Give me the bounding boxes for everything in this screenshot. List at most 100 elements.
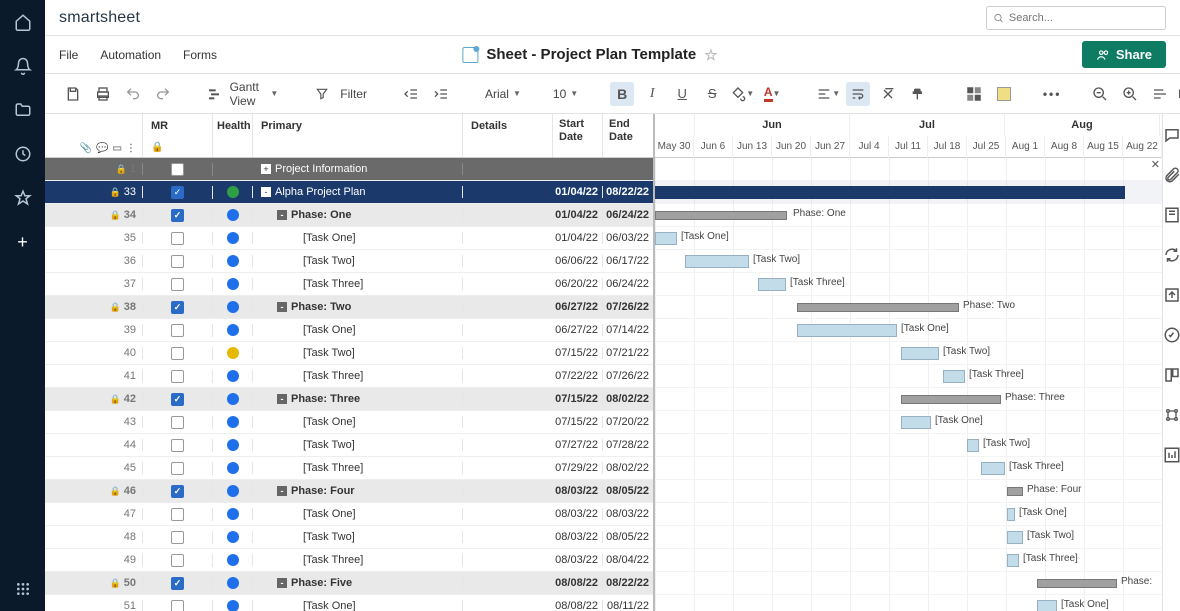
search-input[interactable] [1009, 12, 1159, 24]
table-row[interactable]: 36[Task Two]06/06/2206/17/22 [45, 250, 653, 273]
start-date-cell[interactable]: 01/04/22 [553, 232, 603, 244]
start-date-cell[interactable]: 06/20/22 [553, 278, 603, 290]
indent-icon[interactable] [429, 82, 453, 106]
table-row[interactable]: 37[Task Three]06/20/2206/24/22 [45, 273, 653, 296]
start-date-cell[interactable]: 08/08/22 [553, 577, 603, 589]
row-checkbox[interactable] [171, 416, 184, 429]
primary-cell[interactable]: Phase: Four [291, 485, 355, 497]
start-date-cell[interactable]: 01/04/22 [553, 209, 603, 221]
end-date-cell[interactable]: 08/03/22 [603, 508, 653, 520]
end-date-cell[interactable]: 07/21/22 [603, 347, 653, 359]
global-search[interactable] [986, 6, 1166, 30]
row-checkbox[interactable] [171, 462, 184, 475]
table-row[interactable]: 🔒42✓-Phase: Three07/15/2208/02/22 [45, 388, 653, 411]
gantt-row[interactable]: Phase: Four [655, 480, 1162, 503]
end-date-cell[interactable]: 07/26/22 [603, 301, 653, 313]
table-row[interactable]: 🔒1+Project Information [45, 158, 653, 181]
row-checkbox[interactable]: ✓ [171, 485, 184, 498]
gantt-bar[interactable] [901, 416, 931, 429]
col-header-mr[interactable]: MR🔒 [143, 114, 213, 157]
row-checkbox[interactable]: ✓ [171, 186, 184, 199]
activity-log-icon[interactable] [1163, 326, 1180, 344]
start-date-cell[interactable]: 07/15/22 [553, 416, 603, 428]
table-row[interactable]: 39[Task One]06/27/2207/14/22 [45, 319, 653, 342]
recents-icon[interactable] [13, 144, 33, 164]
conversations-icon[interactable] [1163, 126, 1180, 144]
filter-icon[interactable] [310, 82, 334, 106]
menu-file[interactable]: File [59, 48, 78, 62]
save-icon[interactable] [61, 82, 85, 106]
highlight-icon[interactable] [992, 82, 1016, 106]
row-checkbox[interactable]: ✓ [171, 209, 184, 222]
attachments-icon[interactable] [1163, 166, 1180, 184]
primary-cell[interactable]: [Task Three] [303, 278, 363, 290]
start-date-cell[interactable]: 08/08/22 [553, 600, 603, 611]
collapse-toggle[interactable]: + [261, 164, 271, 174]
gantt-bar[interactable] [967, 439, 979, 452]
baselines-icon[interactable] [1148, 82, 1172, 106]
outdent-icon[interactable] [399, 82, 423, 106]
favorites-icon[interactable] [13, 188, 33, 208]
start-date-cell[interactable]: 07/15/22 [553, 347, 603, 359]
end-date-cell[interactable]: 06/24/22 [603, 209, 653, 221]
end-date-cell[interactable]: 08/05/22 [603, 485, 653, 497]
zoom-out-icon[interactable] [1088, 82, 1112, 106]
primary-cell[interactable]: [Task One] [303, 416, 356, 428]
primary-cell[interactable]: [Task Three] [303, 462, 363, 474]
font-selector[interactable]: Arial▼ [485, 87, 521, 101]
start-date-cell[interactable]: 08/03/22 [553, 554, 603, 566]
row-checkbox[interactable] [171, 600, 184, 611]
row-checkbox[interactable] [171, 531, 184, 544]
row-checkbox[interactable] [171, 232, 184, 245]
apps-grid-icon[interactable] [13, 579, 33, 599]
collapse-toggle[interactable]: - [277, 210, 287, 220]
summary-icon[interactable] [1163, 366, 1180, 384]
notifications-icon[interactable] [13, 56, 33, 76]
collapse-toggle[interactable]: - [277, 394, 287, 404]
collapse-toggle[interactable]: - [261, 187, 271, 197]
primary-cell[interactable]: [Task One] [303, 232, 356, 244]
print-icon[interactable] [91, 82, 115, 106]
gantt-bar[interactable] [1037, 579, 1117, 588]
primary-cell[interactable]: [Task Two] [303, 531, 355, 543]
undo-icon[interactable] [121, 82, 145, 106]
table-row[interactable]: 🔒50✓-Phase: Five08/08/2208/22/22 [45, 572, 653, 595]
row-checkbox[interactable]: ✓ [171, 393, 184, 406]
end-date-cell[interactable]: 08/22/22 [603, 186, 653, 198]
format-painter-icon[interactable] [906, 82, 930, 106]
table-row[interactable]: 49[Task Three]08/03/2208/04/22 [45, 549, 653, 572]
end-date-cell[interactable]: 07/28/22 [603, 439, 653, 451]
clear-format-icon[interactable] [876, 82, 900, 106]
close-icon[interactable]: ✕ [1151, 158, 1160, 171]
table-row[interactable]: 🔒33✓-Alpha Project Plan01/04/2208/22/22 [45, 181, 653, 204]
primary-cell[interactable]: [Task One] [303, 324, 356, 336]
proof-icon[interactable]: ▭ [113, 143, 122, 154]
end-date-cell[interactable]: 06/24/22 [603, 278, 653, 290]
end-date-cell[interactable]: 08/05/22 [603, 531, 653, 543]
table-row[interactable]: 45[Task Three]07/29/2208/02/22 [45, 457, 653, 480]
gantt-row[interactable]: [Task One] [655, 411, 1162, 434]
row-checkbox[interactable] [171, 370, 184, 383]
row-checkbox[interactable] [171, 554, 184, 567]
gantt-bar[interactable] [943, 370, 965, 383]
filter-button[interactable]: Filter [340, 87, 367, 101]
gantt-bar[interactable] [1007, 554, 1019, 567]
gantt-row[interactable] [655, 181, 1162, 204]
row-checkbox[interactable]: ✓ [171, 301, 184, 314]
zoom-in-icon[interactable] [1118, 82, 1142, 106]
create-new-icon[interactable]: + [13, 232, 33, 252]
gantt-row[interactable]: Phase: [655, 572, 1162, 595]
row-checkbox[interactable] [171, 347, 184, 360]
end-date-cell[interactable]: 07/26/22 [603, 370, 653, 382]
row-checkbox[interactable] [171, 439, 184, 452]
gantt-row[interactable]: [Task One] [655, 503, 1162, 526]
gantt-bar[interactable] [981, 462, 1005, 475]
comment-icon[interactable]: 💬 [96, 143, 108, 154]
gantt-bar[interactable] [901, 395, 1001, 404]
home-icon[interactable] [13, 12, 33, 32]
end-date-cell[interactable]: 08/02/22 [603, 462, 653, 474]
start-date-cell[interactable]: 01/04/22 [553, 186, 603, 198]
primary-cell[interactable]: Project Information [275, 163, 367, 175]
bold-button[interactable]: B [610, 82, 634, 106]
end-date-cell[interactable]: 07/20/22 [603, 416, 653, 428]
